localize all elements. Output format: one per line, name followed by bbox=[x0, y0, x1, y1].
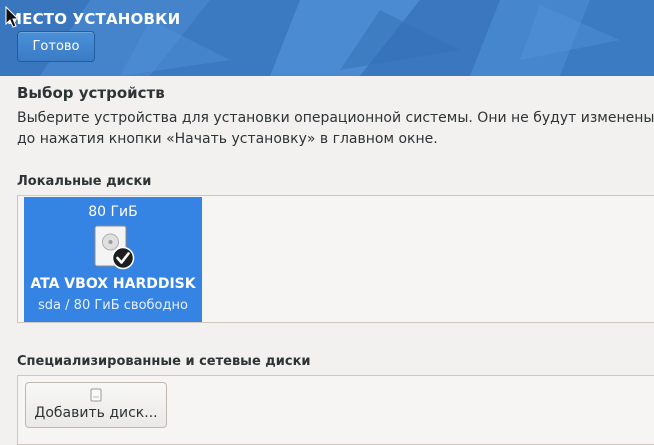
checkmark-icon bbox=[111, 246, 135, 270]
spoke-header: МЕСТО УСТАНОВКИ Готово bbox=[0, 0, 654, 76]
add-disk-label: Добавить диск... bbox=[34, 405, 158, 421]
specialized-disks-box: Добавить диск... bbox=[17, 375, 654, 445]
local-disks-box: 80 ГиБ ATA VBOX HARDDISK sda / 80 ГиБ св… bbox=[17, 195, 654, 323]
device-selection-description: Выберите устройства для установки операц… bbox=[17, 110, 654, 147]
harddisk-icon bbox=[94, 225, 135, 270]
mouse-cursor-icon bbox=[5, 6, 19, 28]
disk-size: 80 ГиБ bbox=[88, 204, 138, 220]
add-disk-button[interactable]: Добавить диск... bbox=[25, 382, 167, 428]
disk-card-sda[interactable]: 80 ГиБ ATA VBOX HARDDISK sda / 80 ГиБ св… bbox=[24, 197, 202, 322]
local-disks-label: Локальные диски bbox=[17, 174, 152, 189]
spoke-title: МЕСТО УСТАНОВКИ bbox=[7, 10, 181, 28]
specialized-disks-label: Специализированные и сетевые диски bbox=[17, 354, 311, 369]
disk-info: sda / 80 ГиБ свободно bbox=[38, 298, 188, 313]
done-button[interactable]: Готово bbox=[17, 31, 95, 62]
device-selection-title: Выбор устройств bbox=[17, 84, 165, 102]
disk-add-icon bbox=[90, 388, 102, 402]
disk-name: ATA VBOX HARDDISK bbox=[30, 276, 196, 292]
